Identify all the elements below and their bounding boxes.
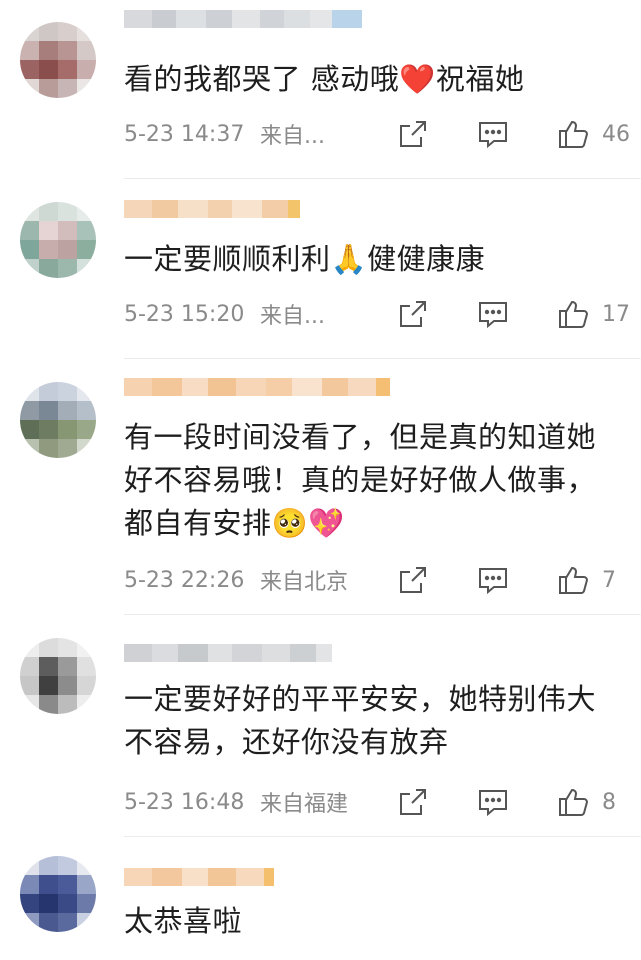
location: 来自福建 xyxy=(260,792,349,817)
comment-meta: 5-23 22:26 来自北京 7 xyxy=(124,562,641,598)
comment-meta: 5-23 16:48 来自福建 8 xyxy=(124,784,641,820)
comment-icon[interactable] xyxy=(476,563,510,597)
comment-icon[interactable] xyxy=(476,117,510,151)
comment-item: 看的我都哭了 感动哦❤️祝福她 5-23 14:37 来自... 46 xyxy=(0,0,641,180)
username-blurred[interactable] xyxy=(124,868,274,886)
thumbs-up-icon[interactable] xyxy=(556,785,590,819)
share-icon[interactable] xyxy=(396,297,430,331)
comment-item: 有一段时间没看了，但是真的知道她 好不容易哦！真的是好好做人做事， 都自有安排🥺… xyxy=(0,360,641,616)
avatar[interactable] xyxy=(20,22,96,98)
timestamp: 5-23 22:26 xyxy=(124,567,245,593)
comment-item: 一定要好好的平平安安，她特别伟大 不容易，还好你没有放弃 5-23 16:48 … xyxy=(0,616,641,838)
location: 来自... xyxy=(260,304,325,329)
comment-text: 一定要顺顺利利🙏健健康康 xyxy=(124,242,486,276)
divider xyxy=(124,178,641,179)
comment-icon[interactable] xyxy=(476,297,510,331)
divider xyxy=(124,614,641,615)
comment-text: 有一段时间没看了，但是真的知道她 好不容易哦！真的是好好做人做事， 都自有安排🥺… xyxy=(124,420,597,540)
divider xyxy=(124,836,641,837)
comment-meta: 5-23 14:37 来自... 46 xyxy=(124,116,641,152)
share-icon[interactable] xyxy=(396,563,430,597)
like-count: 8 xyxy=(602,789,616,815)
comment-item: 太恭喜啦 xyxy=(0,838,641,960)
share-icon[interactable] xyxy=(396,117,430,151)
comment-text: 太恭喜啦 xyxy=(124,904,243,938)
thumbs-up-icon[interactable] xyxy=(556,563,590,597)
like-count: 17 xyxy=(602,301,630,327)
timestamp: 5-23 16:48 xyxy=(124,789,245,815)
comment-text: 看的我都哭了 感动哦❤️祝福她 xyxy=(124,62,525,96)
location: 来自... xyxy=(260,124,325,149)
thumbs-up-icon[interactable] xyxy=(556,117,590,151)
avatar[interactable] xyxy=(20,638,96,714)
comment-meta: 5-23 15:20 来自... 17 xyxy=(124,296,641,332)
username-blurred[interactable] xyxy=(124,378,390,396)
timestamp: 5-23 15:20 xyxy=(124,301,245,327)
avatar[interactable] xyxy=(20,856,96,932)
like-count: 46 xyxy=(602,121,630,147)
like-count: 7 xyxy=(602,567,616,593)
comment-icon[interactable] xyxy=(476,785,510,819)
avatar[interactable] xyxy=(20,382,96,458)
comment-text: 一定要好好的平平安安，她特别伟大 不容易，还好你没有放弃 xyxy=(124,682,597,759)
username-blurred[interactable] xyxy=(124,10,362,28)
divider xyxy=(124,358,641,359)
username-blurred[interactable] xyxy=(124,200,300,218)
avatar[interactable] xyxy=(20,202,96,278)
username-blurred[interactable] xyxy=(124,644,332,662)
location: 来自北京 xyxy=(260,570,349,595)
share-icon[interactable] xyxy=(396,785,430,819)
thumbs-up-icon[interactable] xyxy=(556,297,590,331)
comment-item: 一定要顺顺利利🙏健健康康 5-23 15:20 来自... 17 xyxy=(0,180,641,360)
timestamp: 5-23 14:37 xyxy=(124,121,245,147)
